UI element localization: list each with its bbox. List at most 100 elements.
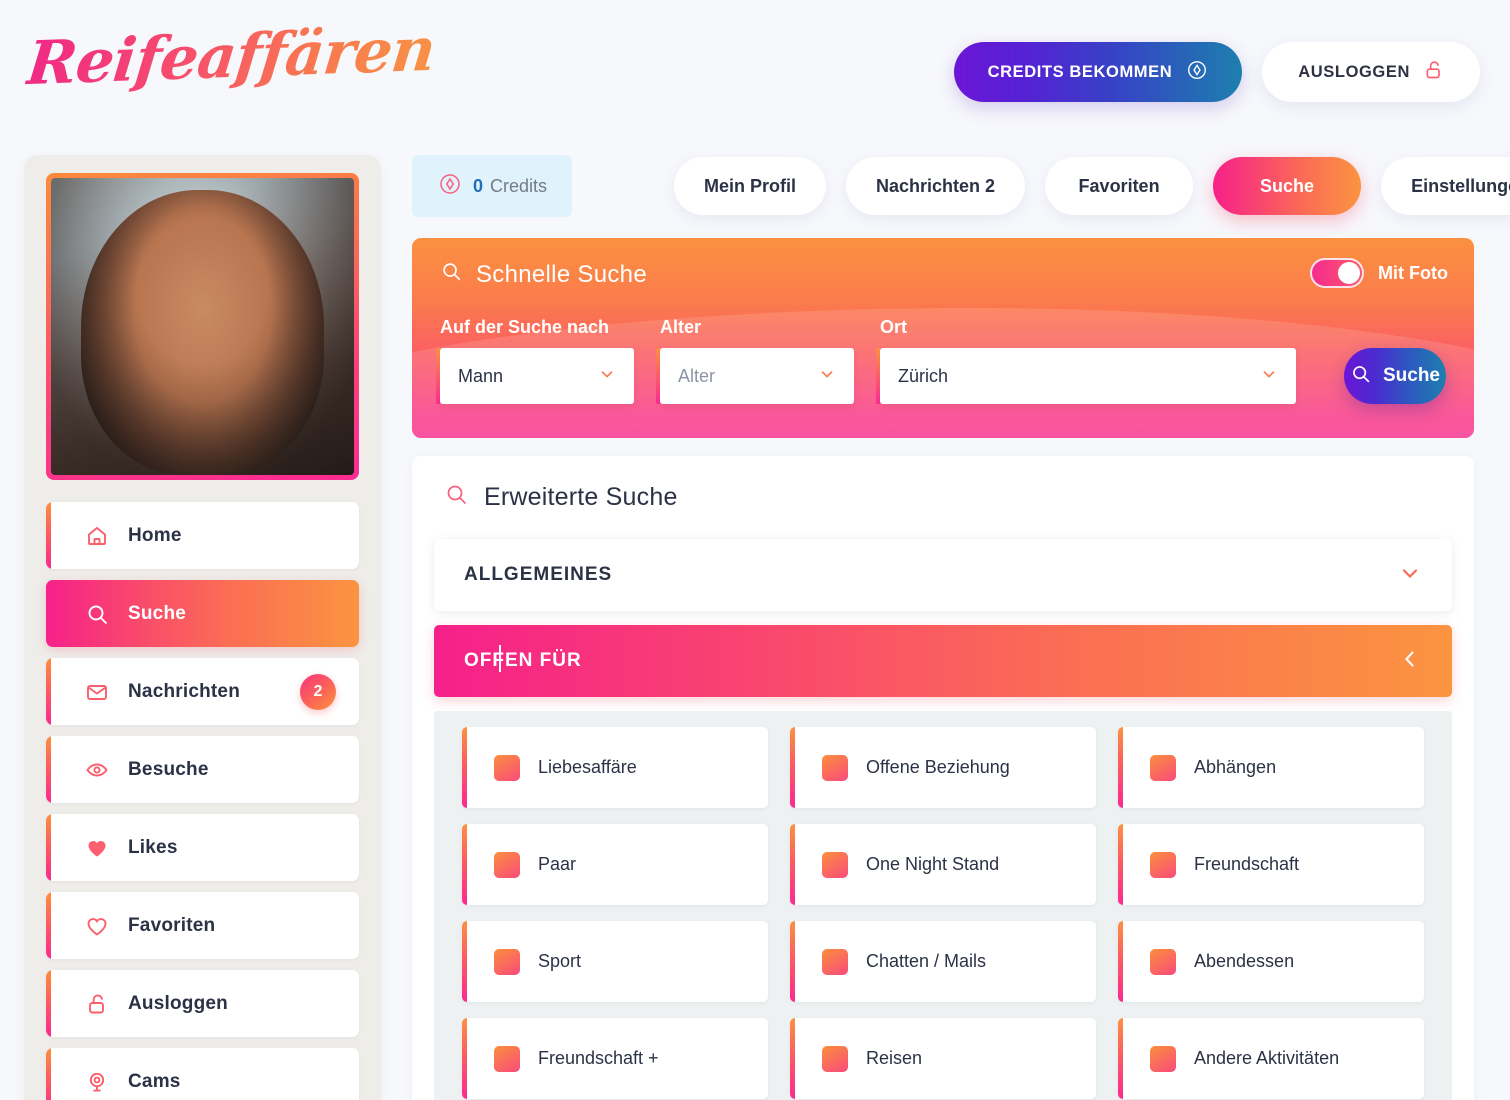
option-abhaengen[interactable]: Abhängen (1118, 727, 1424, 808)
option-offene-beziehung[interactable]: Offene Beziehung (790, 727, 1096, 808)
credits-badge[interactable]: 0 Credits (412, 155, 572, 217)
chevron-down-icon (1260, 365, 1278, 388)
sidebar-item-label: Nachrichten (128, 680, 241, 702)
quick-search-panel: Schnelle Suche Mit Foto Auf der Suche na… (412, 238, 1474, 438)
search-icon (444, 482, 468, 513)
unlock-icon (1424, 59, 1444, 86)
top-tab-row: 0 Credits Mein Profil Nachrichten 2 Favo… (412, 155, 1510, 217)
gender-select[interactable]: Mann (436, 348, 634, 404)
option-label: Offene Beziehung (866, 757, 1010, 777)
age-value: Alter (678, 365, 716, 386)
accordion-label: OFFEN FÜR (464, 645, 582, 672)
avatar[interactable] (46, 173, 359, 480)
age-select[interactable]: Alter (656, 348, 854, 404)
sidebar-item-favoriten[interactable]: Favoriten (46, 892, 359, 959)
option-label: Liebesaffäre (538, 757, 637, 777)
checkbox[interactable] (494, 754, 520, 781)
sidebar-item-ausloggen[interactable]: Ausloggen (46, 970, 359, 1037)
advanced-search-header: Erweiterte Suche (434, 482, 1452, 513)
option-label: Freundschaft (1194, 854, 1300, 874)
sidebar-item-label: Ausloggen (128, 992, 228, 1014)
option-label: Andere Aktivitäten (1194, 1048, 1340, 1068)
open-for-options-area: Liebesaffäre Offene Beziehung Abhängen P… (434, 711, 1452, 1100)
option-one-night-stand[interactable]: One Night Stand (790, 824, 1096, 905)
checkbox[interactable] (1150, 754, 1176, 781)
eye-icon (84, 757, 110, 783)
search-icon (1350, 363, 1371, 390)
accordion-offen-fuer[interactable]: OFFEN FÜR (434, 625, 1452, 697)
chevron-left-icon[interactable] (1398, 647, 1422, 676)
chevron-down-icon[interactable] (1398, 561, 1422, 590)
checkbox[interactable] (822, 754, 848, 781)
tab-suche[interactable]: Suche (1213, 157, 1362, 215)
logout-button[interactable]: AUSLOGGEN (1262, 42, 1480, 102)
accordion-label-text: OFFEN FÜR (464, 650, 582, 671)
tab-einstellungen[interactable]: Einstellungen (1381, 157, 1510, 215)
option-reisen[interactable]: Reisen (790, 1018, 1096, 1099)
sidebar-item-label: Besuche (128, 758, 209, 780)
option-liebesaffaere[interactable]: Liebesaffäre (462, 727, 768, 808)
checkbox[interactable] (494, 1045, 520, 1072)
checkbox[interactable] (1150, 1045, 1176, 1072)
credits-label: Credits (490, 175, 548, 196)
unlock-icon (84, 991, 110, 1017)
checkbox[interactable] (494, 948, 520, 975)
option-label: Paar (538, 854, 577, 874)
sidebar-item-label: Suche (128, 602, 187, 624)
credits-count: 0 (473, 175, 484, 196)
tab-nachrichten[interactable]: Nachrichten 2 (846, 157, 1026, 215)
sidebar-item-besuche[interactable]: Besuche (46, 736, 359, 803)
sidebar-item-nachrichten[interactable]: Nachrichten 2 (46, 658, 359, 725)
sidebar-item-likes[interactable]: Likes (46, 814, 359, 881)
city-field: Ort Zürich (876, 317, 1296, 404)
search-submit-button[interactable]: Suche (1344, 348, 1446, 404)
option-sport[interactable]: Sport (462, 921, 768, 1002)
advanced-search-panel: Erweiterte Suche ALLGEMEINES OFFEN FÜR L… (412, 456, 1474, 1100)
get-credits-label: CREDITS BEKOMMEN (987, 62, 1173, 81)
heart-outline-icon (84, 913, 110, 939)
option-label: Freundschaft + (538, 1048, 659, 1068)
option-freundschaft-plus[interactable]: Freundschaft + (462, 1018, 768, 1099)
checkbox[interactable] (822, 1045, 848, 1072)
sidebar-item-cams[interactable]: Cams (46, 1048, 359, 1100)
checkbox[interactable] (494, 851, 520, 878)
city-select[interactable]: Zürich (876, 348, 1296, 404)
checkbox[interactable] (1150, 948, 1176, 975)
sidebar-item-label: Likes (128, 836, 178, 858)
tab-favoriten[interactable]: Favoriten (1045, 157, 1194, 215)
option-label: Sport (538, 951, 582, 971)
option-freundschaft[interactable]: Freundschaft (1118, 824, 1424, 905)
mit-foto-toggle[interactable] (1310, 258, 1365, 288)
checkbox[interactable] (822, 851, 848, 878)
sidebar-item-home[interactable]: Home (46, 502, 359, 569)
option-andere-aktivitaeten[interactable]: Andere Aktivitäten (1118, 1018, 1424, 1099)
brand-logo[interactable]: Reifeaffären (23, 15, 438, 99)
sidebar-item-label: Favoriten (128, 914, 216, 936)
option-abendessen[interactable]: Abendessen (1118, 921, 1424, 1002)
tab-mein-profil[interactable]: Mein Profil (674, 157, 827, 215)
home-icon (84, 523, 110, 549)
open-for-grid: Liebesaffäre Offene Beziehung Abhängen P… (462, 727, 1424, 1099)
get-credits-button[interactable]: CREDITS BEKOMMEN (953, 42, 1243, 102)
option-paar[interactable]: Paar (462, 824, 768, 905)
sidebar-item-suche[interactable]: Suche (46, 580, 359, 647)
option-chatten-mails[interactable]: Chatten / Mails (790, 921, 1096, 1002)
main-content: 0 Credits Mein Profil Nachrichten 2 Favo… (412, 155, 1510, 1100)
search-submit-label: Suche (1382, 365, 1441, 386)
accordion-label: ALLGEMEINES (464, 564, 613, 585)
option-label: Reisen (866, 1048, 923, 1068)
option-label: One Night Stand (866, 854, 1000, 874)
checkbox[interactable] (1150, 851, 1176, 878)
age-label: Alter (660, 317, 702, 337)
sidebar: Home Suche Nachrichten 2 Besuche Likes F… (24, 155, 381, 1100)
heart-filled-icon (84, 835, 110, 861)
mit-foto-label: Mit Foto (1378, 262, 1448, 283)
envelope-icon (84, 679, 110, 705)
accordion-allgemeines[interactable]: ALLGEMEINES (434, 539, 1452, 611)
sidebar-item-label: Home (128, 524, 182, 546)
option-label: Abendessen (1194, 951, 1295, 971)
city-label: Ort (880, 317, 907, 337)
chevron-down-icon (598, 365, 616, 388)
checkbox[interactable] (822, 948, 848, 975)
advanced-search-title: Erweiterte Suche (484, 483, 678, 511)
